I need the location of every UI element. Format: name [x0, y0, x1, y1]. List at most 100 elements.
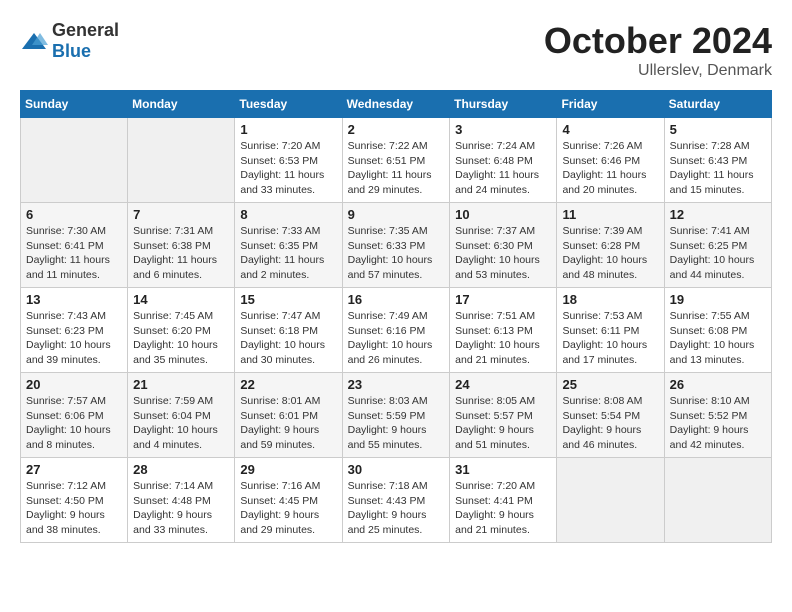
day-info: Sunrise: 7:30 AM Sunset: 6:41 PM Dayligh… — [26, 224, 122, 283]
day-number: 11 — [562, 207, 658, 222]
calendar-cell: 28 Sunrise: 7:14 AM Sunset: 4:48 PM Dayli… — [128, 458, 235, 543]
calendar-week-row: 6 Sunrise: 7:30 AM Sunset: 6:41 PM Daylig… — [21, 203, 772, 288]
day-number: 19 — [670, 292, 766, 307]
day-number: 27 — [26, 462, 122, 477]
day-number: 29 — [240, 462, 336, 477]
calendar-cell: 15 Sunrise: 7:47 AM Sunset: 6:18 PM Dayli… — [235, 288, 342, 373]
day-info: Sunrise: 7:59 AM Sunset: 6:04 PM Dayligh… — [133, 394, 229, 453]
calendar-week-row: 27 Sunrise: 7:12 AM Sunset: 4:50 PM Dayli… — [21, 458, 772, 543]
calendar-cell: 11 Sunrise: 7:39 AM Sunset: 6:28 PM Dayli… — [557, 203, 664, 288]
day-number: 15 — [240, 292, 336, 307]
calendar-body: 1 Sunrise: 7:20 AM Sunset: 6:53 PM Daylig… — [21, 118, 772, 543]
calendar-cell: 1 Sunrise: 7:20 AM Sunset: 6:53 PM Daylig… — [235, 118, 342, 203]
day-number: 14 — [133, 292, 229, 307]
weekday-header-cell: Tuesday — [235, 91, 342, 118]
day-info: Sunrise: 7:41 AM Sunset: 6:25 PM Dayligh… — [670, 224, 766, 283]
calendar-cell: 7Sunrise: 7:31 AM Sunset: 6:38 PM Daylig… — [128, 203, 235, 288]
day-info: Sunrise: 7:24 AM Sunset: 6:48 PM Dayligh… — [455, 139, 551, 198]
day-number: 30 — [348, 462, 445, 477]
day-number: 18 — [562, 292, 658, 307]
calendar-week-row: 20 Sunrise: 7:57 AM Sunset: 6:06 PM Dayli… — [21, 373, 772, 458]
calendar-cell: 24 Sunrise: 8:05 AM Sunset: 5:57 PM Dayli… — [450, 373, 557, 458]
day-info: Sunrise: 7:26 AM Sunset: 6:46 PM Dayligh… — [562, 139, 658, 198]
calendar-cell: 22 Sunrise: 8:01 AM Sunset: 6:01 PM Dayli… — [235, 373, 342, 458]
day-number: 1 — [240, 122, 336, 137]
day-number: 26 — [670, 377, 766, 392]
calendar-cell: 17 Sunrise: 7:51 AM Sunset: 6:13 PM Dayli… — [450, 288, 557, 373]
day-number: 10 — [455, 207, 551, 222]
location-title: Ullerslev, Denmark — [544, 62, 772, 80]
day-info: Sunrise: 8:03 AM Sunset: 5:59 PM Dayligh… — [348, 394, 445, 453]
calendar-cell: 8 Sunrise: 7:33 AM Sunset: 6:35 PM Daylig… — [235, 203, 342, 288]
day-info: Sunrise: 7:39 AM Sunset: 6:28 PM Dayligh… — [562, 224, 658, 283]
day-number: 31 — [455, 462, 551, 477]
day-info: Sunrise: 7:57 AM Sunset: 6:06 PM Dayligh… — [26, 394, 122, 453]
calendar-cell: 19 Sunrise: 7:55 AM Sunset: 6:08 PM Dayli… — [664, 288, 771, 373]
calendar-cell: 26 Sunrise: 8:10 AM Sunset: 5:52 PM Dayli… — [664, 373, 771, 458]
day-info: Sunrise: 7:20 AM Sunset: 4:41 PM Dayligh… — [455, 479, 551, 538]
weekday-header-cell: Friday — [557, 91, 664, 118]
day-number: 28 — [133, 462, 229, 477]
weekday-header-cell: Saturday — [664, 91, 771, 118]
day-info: Sunrise: 7:20 AM Sunset: 6:53 PM Dayligh… — [240, 139, 336, 198]
day-info: Sunrise: 8:10 AM Sunset: 5:52 PM Dayligh… — [670, 394, 766, 453]
day-number: 3 — [455, 122, 551, 137]
calendar-cell: 4 Sunrise: 7:26 AM Sunset: 6:46 PM Daylig… — [557, 118, 664, 203]
day-number: 9 — [348, 207, 445, 222]
calendar-cell: 16 Sunrise: 7:49 AM Sunset: 6:16 PM Dayli… — [342, 288, 450, 373]
day-number: 13 — [26, 292, 122, 307]
day-info: Sunrise: 7:47 AM Sunset: 6:18 PM Dayligh… — [240, 309, 336, 368]
weekday-header-cell: Sunday — [21, 91, 128, 118]
calendar-cell — [128, 118, 235, 203]
day-info: Sunrise: 7:51 AM Sunset: 6:13 PM Dayligh… — [455, 309, 551, 368]
logo-blue: Blue — [52, 41, 91, 61]
day-info: Sunrise: 7:18 AM Sunset: 4:43 PM Dayligh… — [348, 479, 445, 538]
day-number: 22 — [240, 377, 336, 392]
calendar-cell: 6 Sunrise: 7:30 AM Sunset: 6:41 PM Daylig… — [21, 203, 128, 288]
day-number: 4 — [562, 122, 658, 137]
day-info: Sunrise: 7:14 AM Sunset: 4:48 PM Dayligh… — [133, 479, 229, 538]
calendar-cell: 2 Sunrise: 7:22 AM Sunset: 6:51 PM Daylig… — [342, 118, 450, 203]
day-info: Sunrise: 7:43 AM Sunset: 6:23 PM Dayligh… — [26, 309, 122, 368]
weekday-header-cell: Thursday — [450, 91, 557, 118]
day-info: Sunrise: 7:22 AM Sunset: 6:51 PM Dayligh… — [348, 139, 445, 198]
day-number: 5 — [670, 122, 766, 137]
day-number: 8 — [240, 207, 336, 222]
calendar-cell: 12 Sunrise: 7:41 AM Sunset: 6:25 PM Dayli… — [664, 203, 771, 288]
day-number: 2 — [348, 122, 445, 137]
day-info: Sunrise: 7:16 AM Sunset: 4:45 PM Dayligh… — [240, 479, 336, 538]
calendar-cell: 21 Sunrise: 7:59 AM Sunset: 6:04 PM Dayli… — [128, 373, 235, 458]
header: General Blue October 2024 Ullerslev, Den… — [20, 20, 772, 80]
day-number: 12 — [670, 207, 766, 222]
calendar-cell — [557, 458, 664, 543]
day-number: 7 — [133, 207, 229, 222]
calendar-cell — [664, 458, 771, 543]
day-number: 23 — [348, 377, 445, 392]
calendar-cell: 25Sunrise: 8:08 AM Sunset: 5:54 PM Dayli… — [557, 373, 664, 458]
day-info: Sunrise: 7:55 AM Sunset: 6:08 PM Dayligh… — [670, 309, 766, 368]
day-number: 24 — [455, 377, 551, 392]
title-area: October 2024 Ullerslev, Denmark — [544, 20, 772, 80]
calendar-cell: 14Sunrise: 7:45 AM Sunset: 6:20 PM Dayli… — [128, 288, 235, 373]
day-number: 6 — [26, 207, 122, 222]
day-info: Sunrise: 8:01 AM Sunset: 6:01 PM Dayligh… — [240, 394, 336, 453]
logo-icon — [20, 31, 48, 51]
calendar-cell: 10Sunrise: 7:37 AM Sunset: 6:30 PM Dayli… — [450, 203, 557, 288]
day-info: Sunrise: 8:05 AM Sunset: 5:57 PM Dayligh… — [455, 394, 551, 453]
calendar-cell: 30 Sunrise: 7:18 AM Sunset: 4:43 PM Dayli… — [342, 458, 450, 543]
calendar-cell — [21, 118, 128, 203]
day-number: 17 — [455, 292, 551, 307]
logo: General Blue — [20, 20, 119, 62]
day-number: 16 — [348, 292, 445, 307]
day-info: Sunrise: 7:53 AM Sunset: 6:11 PM Dayligh… — [562, 309, 658, 368]
calendar-cell: 31 Sunrise: 7:20 AM Sunset: 4:41 PM Dayli… — [450, 458, 557, 543]
day-number: 21 — [133, 377, 229, 392]
calendar-cell: 27 Sunrise: 7:12 AM Sunset: 4:50 PM Dayli… — [21, 458, 128, 543]
day-number: 20 — [26, 377, 122, 392]
day-info: Sunrise: 7:49 AM Sunset: 6:16 PM Dayligh… — [348, 309, 445, 368]
day-info: Sunrise: 7:12 AM Sunset: 4:50 PM Dayligh… — [26, 479, 122, 538]
day-info: Sunrise: 8:08 AM Sunset: 5:54 PM Dayligh… — [562, 394, 658, 453]
day-info: Sunrise: 7:33 AM Sunset: 6:35 PM Dayligh… — [240, 224, 336, 283]
calendar-cell: 20 Sunrise: 7:57 AM Sunset: 6:06 PM Dayli… — [21, 373, 128, 458]
day-info: Sunrise: 7:28 AM Sunset: 6:43 PM Dayligh… — [670, 139, 766, 198]
